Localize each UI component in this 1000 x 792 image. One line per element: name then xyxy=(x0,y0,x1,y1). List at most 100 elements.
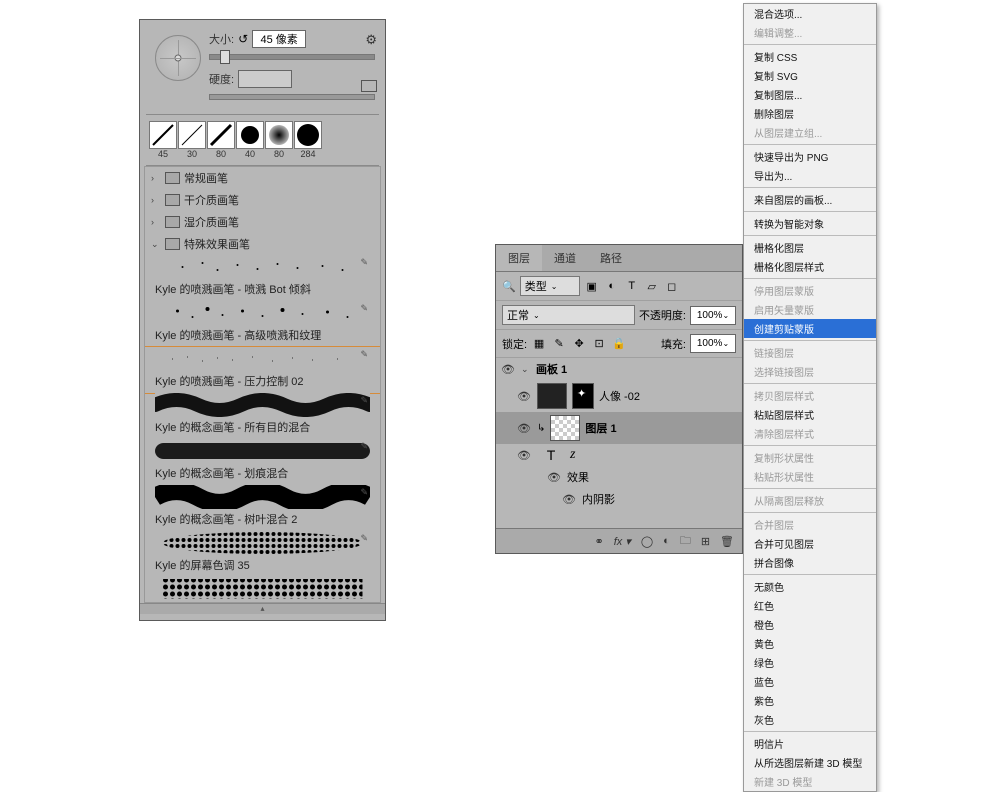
menu-item[interactable]: 拷贝图层样式 xyxy=(744,386,876,405)
filter-type-dropdown[interactable]: 类型⌄ xyxy=(520,276,580,296)
edit-icon[interactable]: ✎ xyxy=(360,349,368,360)
menu-item[interactable]: 合并可见图层 xyxy=(744,534,876,553)
menu-item[interactable]: 紫色 xyxy=(744,691,876,710)
menu-item[interactable]: 快速导出为 PNG xyxy=(744,147,876,166)
visibility-icon[interactable]: 👁 xyxy=(500,363,516,376)
menu-item[interactable]: 编辑调整... xyxy=(744,23,876,42)
lock-position-icon[interactable]: ✥ xyxy=(571,336,587,352)
visibility-icon[interactable]: 👁 xyxy=(516,449,532,462)
menu-item[interactable]: 橙色 xyxy=(744,615,876,634)
menu-item[interactable]: 复制 SVG xyxy=(744,66,876,85)
menu-item[interactable]: 链接图层 xyxy=(744,343,876,362)
edit-icon[interactable]: ✎ xyxy=(360,441,368,452)
menu-item[interactable]: 栅格化图层 xyxy=(744,238,876,257)
layer-row[interactable]: 👁 ↳ 图层 1 xyxy=(496,412,742,444)
menu-item[interactable]: 粘贴形状属性 xyxy=(744,467,876,486)
menu-item[interactable]: 无颜色 xyxy=(744,577,876,596)
edit-icon[interactable]: ✎ xyxy=(360,487,368,498)
folder-row[interactable]: ›干介质画笔 xyxy=(145,189,380,211)
menu-item[interactable]: 清除图层样式 xyxy=(744,424,876,443)
opacity-input[interactable]: 100%⌄ xyxy=(690,306,736,325)
menu-item[interactable]: 灰色 xyxy=(744,710,876,729)
brush-item[interactable]: ✎Kyle 的喷溅画笔 - 压力控制 02 xyxy=(145,347,380,393)
folder-icon[interactable]: 🗀 xyxy=(680,532,691,551)
menu-item[interactable]: 拼合图像 xyxy=(744,553,876,572)
layer-row[interactable]: 👁 ✦ 人像 -02 xyxy=(496,380,742,412)
size-slider[interactable] xyxy=(209,54,375,60)
folder-row[interactable]: ›湿介质画笔 xyxy=(145,211,380,233)
hardness-input[interactable] xyxy=(238,70,292,88)
reset-icon[interactable]: ↺ xyxy=(238,32,248,46)
menu-item[interactable]: 红色 xyxy=(744,596,876,615)
layer-row[interactable]: 👁 T z xyxy=(496,444,742,466)
menu-item[interactable]: 明信片 xyxy=(744,734,876,753)
fill-input[interactable]: 100%⌄ xyxy=(690,334,736,353)
menu-item[interactable]: 从图层建立组... xyxy=(744,123,876,142)
menu-item[interactable]: 绿色 xyxy=(744,653,876,672)
link-icon[interactable]: ⚭ xyxy=(594,535,603,548)
menu-item[interactable]: 复制形状属性 xyxy=(744,448,876,467)
menu-item[interactable]: 栅格化图层样式 xyxy=(744,257,876,276)
preset-manager-icon[interactable] xyxy=(361,80,377,92)
visibility-icon[interactable]: 👁 xyxy=(516,422,532,435)
layer-thumb[interactable] xyxy=(550,415,580,441)
adjust-icon[interactable]: ◐ xyxy=(663,535,670,547)
lock-pixels-icon[interactable]: ▦ xyxy=(531,336,547,352)
brush-thumb[interactable] xyxy=(294,121,322,149)
size-input[interactable]: 45 像素 xyxy=(252,30,306,48)
brush-thumb[interactable] xyxy=(207,121,235,149)
brush-item[interactable]: ✎Kyle 的概念画笔 - 划痕混合 xyxy=(145,439,380,485)
menu-item[interactable]: 转换为智能对象 xyxy=(744,214,876,233)
menu-item[interactable]: 停用图层蒙版 xyxy=(744,281,876,300)
angle-knob[interactable] xyxy=(155,35,201,81)
menu-item[interactable]: 蓝色 xyxy=(744,672,876,691)
menu-item[interactable]: 启用矢量蒙版 xyxy=(744,300,876,319)
mask-icon[interactable]: ◯ xyxy=(641,535,653,548)
brush-item[interactable]: ✎Kyle 的喷溅画笔 - 喷溅 Bot 倾斜 xyxy=(145,255,380,301)
menu-item[interactable]: 来自图层的画板... xyxy=(744,190,876,209)
menu-item[interactable]: 粘贴图层样式 xyxy=(744,405,876,424)
filter-image-icon[interactable]: ▣ xyxy=(584,278,600,294)
menu-item[interactable]: 从隔离图层释放 xyxy=(744,491,876,510)
menu-item[interactable]: 导出为... xyxy=(744,166,876,185)
filter-shape-icon[interactable]: ▱ xyxy=(644,278,660,294)
visibility-icon[interactable]: 👁 xyxy=(516,390,532,403)
menu-item[interactable]: 新建 3D 模型 xyxy=(744,772,876,791)
brush-item[interactable]: ✎Kyle 的喷溅画笔 - 高级喷溅和纹理 xyxy=(145,301,380,347)
brush-thumb[interactable] xyxy=(178,121,206,149)
lock-brush-icon[interactable]: ✎ xyxy=(551,336,567,352)
edit-icon[interactable]: ✎ xyxy=(360,257,368,268)
mask-thumb[interactable]: ✦ xyxy=(572,383,594,409)
edit-icon[interactable]: ✎ xyxy=(360,395,368,406)
effect-item-row[interactable]: 👁 内阴影 xyxy=(496,488,742,510)
menu-item[interactable]: 合并图层 xyxy=(744,515,876,534)
search-icon[interactable]: 🔍 xyxy=(502,280,516,293)
folder-row[interactable]: ⌄特殊效果画笔 xyxy=(145,233,380,255)
tab-paths[interactable]: 路径 xyxy=(588,245,634,271)
filter-text-icon[interactable]: T xyxy=(624,278,640,294)
menu-item[interactable]: 选择链接图层 xyxy=(744,362,876,381)
menu-item[interactable]: 删除图层 xyxy=(744,104,876,123)
brush-item[interactable]: ✎Kyle 的屏幕色调 35 xyxy=(145,531,380,577)
brush-item[interactable] xyxy=(145,577,380,603)
filter-smart-icon[interactable]: ◻ xyxy=(664,278,680,294)
brush-item[interactable]: ✎Kyle 的概念画笔 - 所有目的混合 xyxy=(145,393,380,439)
tab-layers[interactable]: 图层 xyxy=(496,245,542,271)
lock-all-icon[interactable]: 🔒 xyxy=(611,336,627,352)
visibility-icon[interactable]: 👁 xyxy=(546,471,562,484)
folder-row[interactable]: ›常规画笔 xyxy=(145,167,380,189)
brush-item[interactable]: ✎Kyle 的概念画笔 - 树叶混合 2 xyxy=(145,485,380,531)
resize-handle[interactable]: ▴ xyxy=(140,603,385,614)
layer-thumb[interactable] xyxy=(537,383,567,409)
filter-adjust-icon[interactable]: ◐ xyxy=(604,278,620,294)
edit-icon[interactable]: ✎ xyxy=(360,533,368,544)
artboard-row[interactable]: 👁 ⌄ 画板 1 xyxy=(496,358,742,380)
brush-thumb[interactable] xyxy=(149,121,177,149)
new-layer-icon[interactable]: ⊞ xyxy=(701,535,710,548)
menu-item[interactable]: 复制 CSS xyxy=(744,47,876,66)
effects-row[interactable]: 👁 效果 xyxy=(496,466,742,488)
menu-item[interactable]: 黄色 xyxy=(744,634,876,653)
tab-channels[interactable]: 通道 xyxy=(542,245,588,271)
hardness-slider[interactable] xyxy=(209,94,375,100)
brush-thumb[interactable] xyxy=(236,121,264,149)
